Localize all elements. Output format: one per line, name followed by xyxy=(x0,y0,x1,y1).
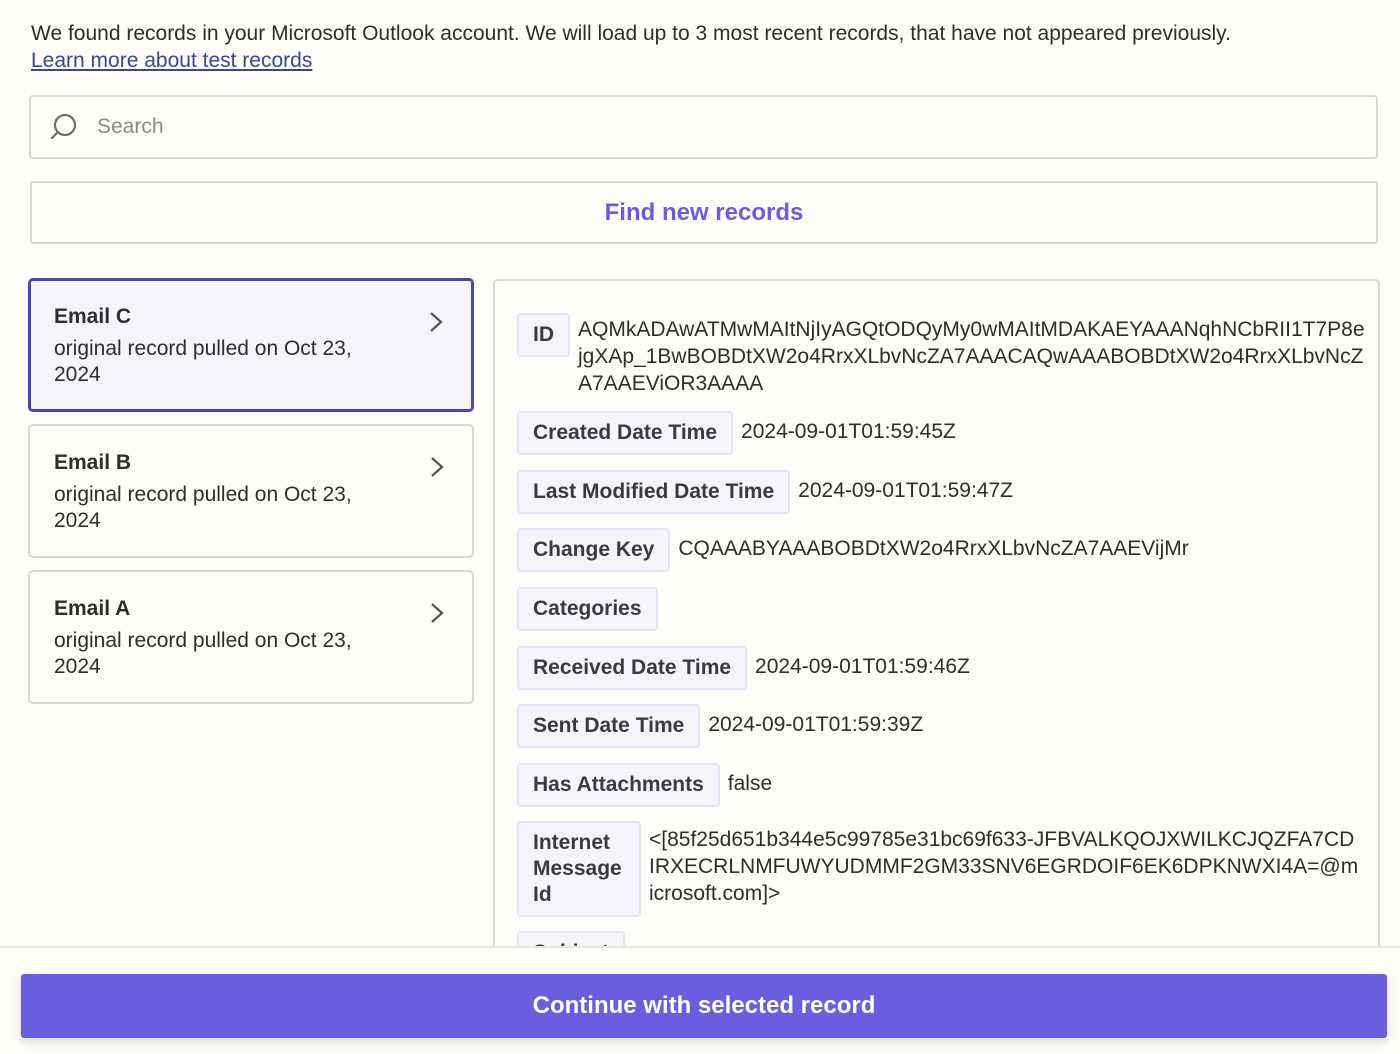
record-title: Email B xyxy=(54,451,132,474)
field-label: Sent Date Time xyxy=(517,704,701,748)
field-label: Has Attachments xyxy=(517,763,720,807)
field-row-categories: Categories xyxy=(517,587,666,631)
field-label: Last Modified Date Time xyxy=(517,470,791,514)
field-row-modified: Last Modified Date Time 2024-09-01T01:59… xyxy=(517,470,1013,514)
field-row-id: ID AQMkADAwATMwMAItNjIyAGQtODQyMy0wMAItM… xyxy=(517,313,1368,397)
field-row-created: Created Date Time 2024-09-01T01:59:45Z xyxy=(517,411,956,455)
field-value: 2024-09-01T01:59:45Z xyxy=(741,420,956,443)
field-value: 2024-09-01T01:59:47Z xyxy=(798,479,1013,502)
record-detail-panel[interactable]: ID AQMkADAwATMwMAItNjIyAGQtODQyMy0wMAItM… xyxy=(493,279,1380,979)
footer-bar: Continue with selected record xyxy=(0,946,1400,1054)
field-row-internet-message-id: Internet Message Id <[85f25d651b344e5c99… xyxy=(517,821,1359,917)
field-label: ID xyxy=(517,313,570,357)
field-row-change-key: Change Key CQAAABYAAABOBDtXW2o4RrxXLbvNc… xyxy=(517,528,1189,572)
record-subtitle: original record pulled on Oct 23, 2024 xyxy=(54,629,352,678)
chevron-right-icon xyxy=(431,603,444,623)
continue-with-selected-record-button[interactable]: Continue with selected record xyxy=(21,974,1387,1038)
field-row-received: Received Date Time 2024-09-01T01:59:46Z xyxy=(517,646,970,690)
field-label: Categories xyxy=(517,587,658,631)
field-row-attachments: Has Attachments false xyxy=(517,763,772,807)
record-item-email-c[interactable]: Email C original record pulled on Oct 23… xyxy=(28,278,474,412)
chevron-right-icon xyxy=(430,312,443,332)
field-label: Internet Message Id xyxy=(517,821,641,917)
field-value: 2024-09-01T01:59:46Z xyxy=(755,655,970,678)
record-subtitle: original record pulled on Oct 23, 2024 xyxy=(54,337,352,386)
search-box[interactable] xyxy=(29,95,1378,159)
find-new-records-label: Find new records xyxy=(604,198,804,226)
learn-more-link[interactable]: Learn more about test records xyxy=(31,47,1231,74)
record-list: Email C original record pulled on Oct 23… xyxy=(28,278,476,716)
record-item-email-a[interactable]: Email A original record pulled on Oct 23… xyxy=(28,570,474,704)
record-title: Email A xyxy=(54,597,131,620)
record-subtitle: original record pulled on Oct 23, 2024 xyxy=(54,483,352,532)
field-value: CQAAABYAAABOBDtXW2o4RrxXLbvNcZA7AAEVijMr xyxy=(678,537,1189,560)
chevron-right-icon xyxy=(431,457,444,477)
field-value: <[85f25d651b344e5c99785e31bc69f633-JFBVA… xyxy=(649,828,1359,905)
field-label: Change Key xyxy=(517,528,671,572)
field-value: 2024-09-01T01:59:39Z xyxy=(708,713,924,736)
record-title: Email C xyxy=(54,305,132,328)
search-icon xyxy=(50,113,77,140)
intro-text: We found records in your Microsoft Outlo… xyxy=(31,22,1231,45)
field-label: Received Date Time xyxy=(517,646,748,690)
intro-text-block: We found records in your Microsoft Outlo… xyxy=(31,20,1231,74)
find-new-records-button[interactable]: Find new records xyxy=(30,181,1378,244)
field-label: Created Date Time xyxy=(517,411,734,455)
field-value: false xyxy=(727,772,773,795)
field-row-sent: Sent Date Time 2024-09-01T01:59:39Z xyxy=(517,704,923,748)
field-value: AQMkADAwATMwMAItNjIyAGQtODQyMy0wMAItMDAK… xyxy=(578,318,1365,395)
search-input[interactable] xyxy=(95,114,1299,140)
record-item-email-b[interactable]: Email B original record pulled on Oct 23… xyxy=(28,424,474,558)
